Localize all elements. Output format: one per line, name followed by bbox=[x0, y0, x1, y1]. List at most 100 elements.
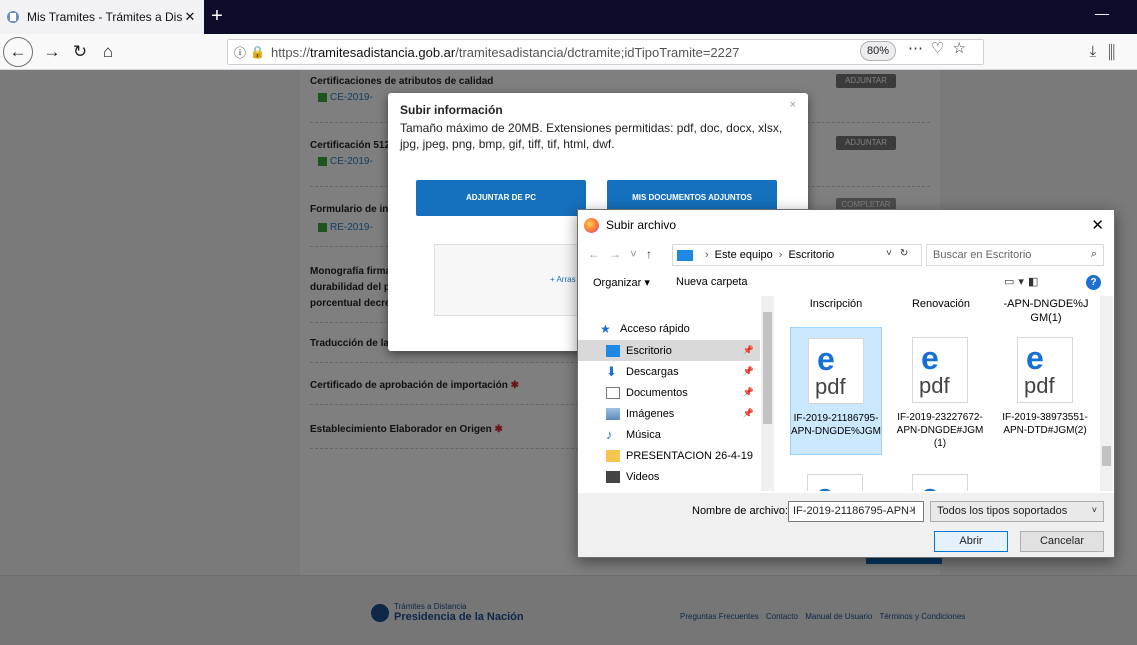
navigation-pane: ★ Acceso rápido Escritorio 📌 ⬇ Descargas 📌 D… bbox=[578, 296, 774, 491]
browser-tab[interactable]: Mis Tramites - Trámites a Distan ✕ bbox=[0, 0, 204, 34]
filename-dropdown-icon[interactable]: ˅ bbox=[910, 504, 915, 514]
dialog-toolbar: Organizar ▾ Nueva carpeta ▭▾◧ ? bbox=[578, 270, 1114, 296]
url-text: https://tramitesadistancia.gob.ar/tramit… bbox=[270, 44, 740, 60]
pdf-file-icon: e bbox=[807, 474, 863, 491]
reload-icon[interactable]: ↻ bbox=[66, 38, 94, 66]
minimize-icon[interactable]: — bbox=[1095, 5, 1109, 21]
pictures-icon bbox=[606, 407, 620, 420]
file-item[interactable]: e pdf IF-2019-38973551-APN-DTD#JGM(2) bbox=[1000, 327, 1092, 455]
chevron-down-icon: ˅ bbox=[1091, 505, 1097, 515]
open-button[interactable]: Abrir bbox=[934, 531, 1008, 552]
download-icon[interactable]: ⤓ bbox=[1089, 43, 1108, 60]
computer-icon bbox=[677, 249, 693, 261]
path-actions: ˅↻ bbox=[886, 248, 916, 259]
file-name: IF-2019-23227672-APN-DNGDE#JGM(1) bbox=[896, 412, 984, 449]
up-icon[interactable]: ↑ bbox=[646, 247, 661, 261]
file-name-label: Renovación bbox=[911, 298, 971, 310]
nav-scroll-thumb[interactable] bbox=[763, 312, 772, 424]
nav-downloads[interactable]: ⬇ Descargas 📌 bbox=[578, 361, 760, 382]
modal-description: Tamaño máximo de 20MB. Extensiones permi… bbox=[400, 121, 783, 151]
file-item[interactable]: e bbox=[790, 464, 882, 491]
view-mode-icon[interactable]: ▭ bbox=[1004, 276, 1018, 288]
pin-icon: 📌 bbox=[742, 366, 754, 376]
nav-bar: ← → ↻ ⌂ ⓘ 🔒 https://tramitesadistancia.g… bbox=[0, 34, 1137, 70]
search-icon: ⌕ bbox=[1090, 248, 1097, 260]
documents-icon bbox=[606, 386, 620, 399]
dialog-titlebar: Subir archivo ✕ bbox=[578, 210, 1114, 240]
pdf-file-icon: e pdf bbox=[808, 338, 864, 404]
file-dialog: Subir archivo ✕ ←→˅↑ › Este equipo › Esc… bbox=[577, 209, 1115, 558]
file-list: Inscripción Renovación -APN-DNGDE%J GM(1… bbox=[778, 296, 1100, 491]
back-icon[interactable]: ← bbox=[588, 247, 609, 261]
new-tab-icon[interactable]: + bbox=[206, 4, 228, 28]
path-root[interactable]: Este equipo bbox=[715, 249, 773, 261]
pin-icon: 📌 bbox=[742, 387, 754, 397]
file-list-scroll-thumb[interactable] bbox=[1102, 446, 1111, 466]
zoom-level[interactable]: 80% bbox=[860, 41, 896, 61]
new-folder-button[interactable]: Nueva carpeta bbox=[676, 276, 748, 288]
nav-quick-access[interactable]: ★ Acceso rápido bbox=[578, 318, 760, 339]
modal-title: Subir información bbox=[400, 103, 503, 117]
file-list-scrollbar[interactable] bbox=[1100, 296, 1113, 491]
tab-title: Mis Tramites - Trámites a Distan bbox=[27, 10, 182, 24]
organize-menu[interactable]: Organizar ▾ bbox=[593, 276, 650, 289]
pocket-icon[interactable]: ♡ bbox=[931, 40, 952, 57]
folder-icon bbox=[606, 449, 620, 462]
site-favicon-icon bbox=[6, 10, 20, 24]
info-icon[interactable]: ⓘ bbox=[234, 44, 246, 61]
refresh-icon[interactable]: ↻ bbox=[900, 248, 916, 259]
home-icon[interactable]: ⌂ bbox=[94, 38, 122, 66]
file-item[interactable]: e pdf IF-2019-23227672-APN-DNGDE#JGM(1) bbox=[895, 327, 987, 455]
file-name: IF-2019-38973551-APN-DTD#JGM(2) bbox=[1002, 412, 1088, 436]
path-dropdown-icon[interactable]: ˅ bbox=[886, 248, 900, 259]
recent-dropdown-icon[interactable]: ˅ bbox=[630, 247, 646, 261]
close-icon[interactable]: × bbox=[790, 99, 796, 111]
filename-label: Nombre de archivo: bbox=[692, 505, 788, 517]
nav-folder-presentacion[interactable]: PRESENTACION 26-4-19 bbox=[578, 445, 760, 466]
filename-input[interactable]: IF-2019-21186795-APN-I bbox=[788, 501, 924, 522]
preview-pane-icon[interactable]: ◧ bbox=[1028, 276, 1042, 288]
file-item[interactable]: e bbox=[895, 464, 987, 491]
pdf-file-icon: e pdf bbox=[1017, 337, 1073, 403]
close-tab-icon[interactable]: ✕ bbox=[182, 9, 198, 25]
more-icon[interactable]: ⋯ bbox=[908, 40, 931, 57]
path-folder[interactable]: Escritorio bbox=[788, 249, 834, 261]
close-icon[interactable]: ✕ bbox=[1091, 216, 1104, 234]
nav-scrollbar[interactable] bbox=[761, 296, 774, 491]
nav-music[interactable]: ♪ Música bbox=[578, 424, 760, 445]
forward-icon[interactable]: → bbox=[38, 38, 66, 66]
tab-bar: Mis Tramites - Trámites a Distan ✕ + — bbox=[0, 0, 1137, 34]
path-nav: ←→˅↑ bbox=[588, 247, 661, 261]
nav-pictures[interactable]: Imágenes 📌 bbox=[578, 403, 760, 424]
address-row: ←→˅↑ › Este equipo › Escritorio ˅↻ Busca… bbox=[578, 240, 1114, 270]
nav-documents[interactable]: Documentos 📌 bbox=[578, 382, 760, 403]
bookmark-star-icon[interactable]: ☆ bbox=[952, 40, 973, 57]
star-icon: ★ bbox=[600, 321, 611, 336]
toolbar-right: ⤓⫼ bbox=[1089, 43, 1127, 60]
dialog-title: Subir archivo bbox=[606, 218, 677, 232]
file-type-select[interactable]: Todos los tipos soportados ˅ bbox=[930, 501, 1104, 522]
file-item[interactable]: e pdf IF-2019-21186795-APN-DNGDE%JGM bbox=[790, 327, 882, 455]
help-icon[interactable]: ? bbox=[1086, 275, 1101, 290]
back-icon[interactable]: ← bbox=[3, 37, 33, 67]
search-input[interactable]: Buscar en Escritorio ⌕ bbox=[926, 244, 1104, 266]
cancel-button[interactable]: Cancelar bbox=[1020, 531, 1104, 552]
forward-icon[interactable]: → bbox=[609, 247, 630, 261]
file-name-label: -APN-DNGDE%J GM(1) bbox=[1003, 298, 1089, 324]
view-dropdown-icon[interactable]: ▾ bbox=[1018, 276, 1028, 288]
library-icon[interactable]: ⫼ bbox=[1108, 43, 1127, 60]
pdf-file-icon: e pdf bbox=[912, 337, 968, 403]
attach-from-pc-button[interactable]: ADJUNTAR DE PC bbox=[416, 180, 586, 216]
music-icon: ♪ bbox=[606, 426, 613, 442]
file-name-label: Inscripción bbox=[809, 298, 863, 310]
view-options: ▭▾◧ bbox=[1004, 275, 1042, 288]
videos-icon bbox=[606, 470, 620, 483]
drop-zone-text: + Arras bbox=[550, 275, 576, 284]
path-bar[interactable]: › Este equipo › Escritorio bbox=[672, 244, 922, 266]
lock-icon[interactable]: 🔒 bbox=[250, 45, 265, 59]
nav-desktop[interactable]: Escritorio 📌 bbox=[578, 340, 760, 361]
desktop-icon bbox=[606, 344, 620, 357]
file-name: IF-2019-21186795-APN-DNGDE%JGM bbox=[791, 413, 882, 437]
pin-icon: 📌 bbox=[742, 408, 754, 418]
nav-videos[interactable]: Videos bbox=[578, 466, 760, 487]
